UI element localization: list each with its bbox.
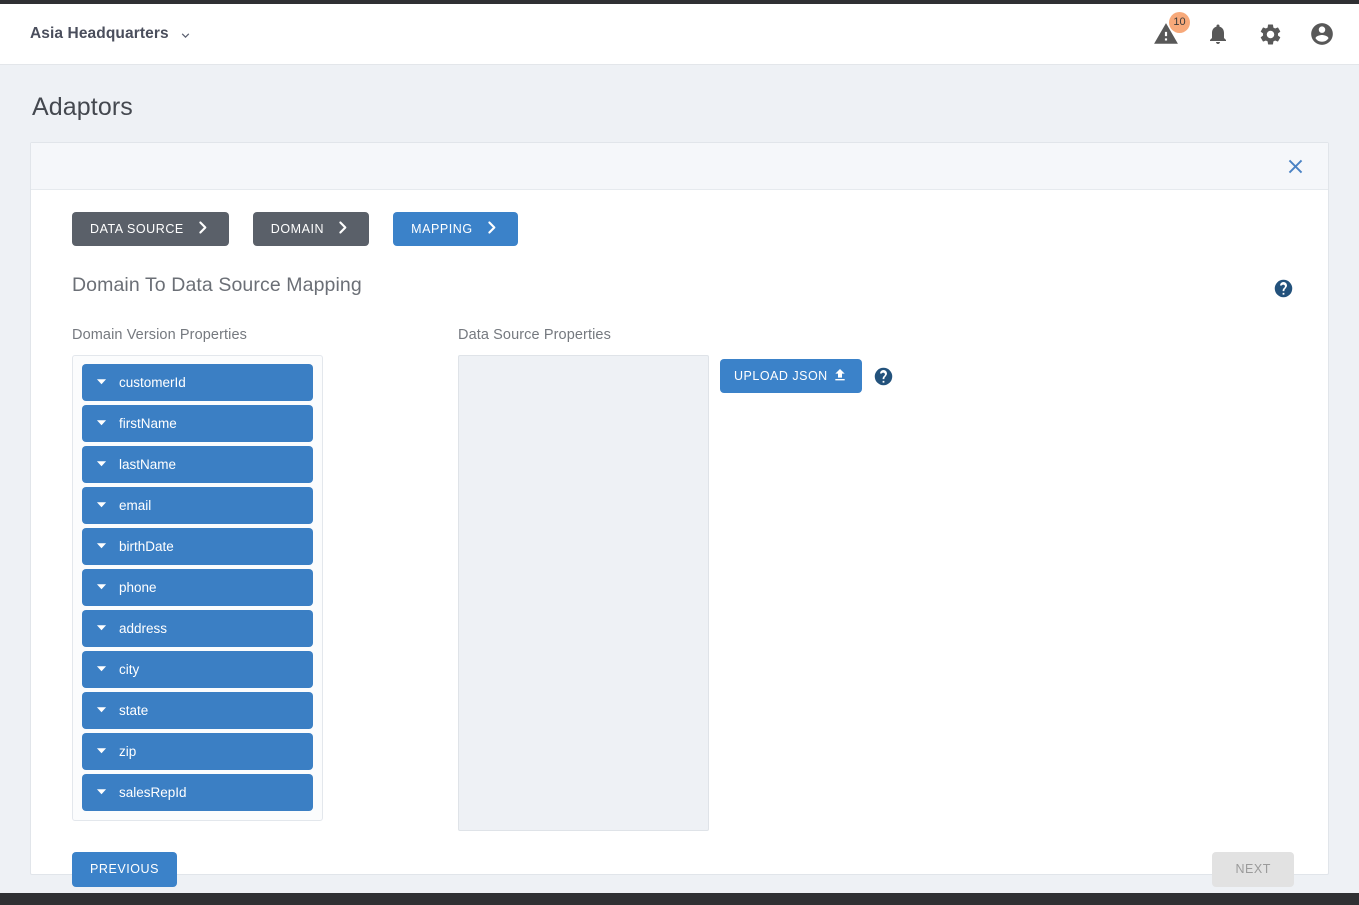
domain-property-item[interactable]: salesRepId	[82, 774, 313, 811]
bottom-accent-strip	[0, 893, 1359, 905]
app-window: Asia Headquarters 10 Adaptors DATA SOURC…	[0, 0, 1359, 905]
upload-icon	[832, 367, 848, 386]
previous-button[interactable]: PREVIOUS	[72, 851, 177, 887]
help-circle-icon[interactable]	[1272, 277, 1294, 299]
chevron-right-icon	[334, 219, 351, 239]
section-header-row: Domain To Data Source Mapping	[72, 274, 1294, 299]
domain-property-label: state	[119, 703, 149, 718]
gear-icon[interactable]	[1255, 19, 1285, 49]
caret-down-icon	[96, 703, 107, 718]
page-body: Adaptors DATA SOURCE DOMAIN MAPPING Doma…	[0, 65, 1359, 893]
domain-property-item[interactable]: customerId	[82, 364, 313, 401]
domain-property-item[interactable]: phone	[82, 569, 313, 606]
domain-properties-list: customerId firstName lastName email birt…	[72, 355, 323, 821]
data-source-row: UPLOAD JSON	[458, 355, 1294, 831]
chevron-right-icon	[483, 219, 500, 239]
caret-down-icon	[96, 580, 107, 595]
caret-down-icon	[96, 375, 107, 390]
section-title: Domain To Data Source Mapping	[72, 274, 362, 296]
data-source-properties-column: Data Source Properties UPLOAD JSON	[458, 327, 1294, 831]
step-domain[interactable]: DOMAIN	[252, 212, 370, 246]
adaptor-wizard-card: DATA SOURCE DOMAIN MAPPING Domain To Dat…	[30, 142, 1329, 887]
top-navigation-bar: Asia Headquarters 10	[0, 4, 1359, 65]
warning-triangle-icon[interactable]: 10	[1151, 12, 1190, 49]
bell-icon[interactable]	[1203, 19, 1233, 49]
caret-down-icon	[96, 662, 107, 677]
domain-property-item[interactable]: email	[82, 487, 313, 524]
step-domain-label: DOMAIN	[270, 222, 325, 236]
card-body: DATA SOURCE DOMAIN MAPPING Domain To Dat…	[31, 190, 1328, 831]
step-mapping[interactable]: MAPPING	[393, 212, 518, 246]
caret-down-icon	[96, 621, 107, 636]
upload-help-circle-icon[interactable]	[873, 365, 895, 387]
caret-down-icon	[96, 785, 107, 800]
domain-property-label: email	[119, 498, 152, 513]
domain-property-label: firstName	[119, 416, 177, 431]
alert-count-badge: 10	[1169, 12, 1190, 33]
domain-property-item[interactable]: lastName	[82, 446, 313, 483]
org-switcher[interactable]: Asia Headquarters	[30, 25, 191, 43]
org-name-label: Asia Headquarters	[30, 25, 169, 42]
chevron-down-icon	[178, 28, 191, 41]
domain-property-label: address	[119, 621, 168, 636]
step-mapping-label: MAPPING	[411, 222, 473, 236]
domain-property-label: birthDate	[119, 539, 174, 554]
domain-properties-label: Domain Version Properties	[72, 327, 247, 343]
domain-property-label: salesRepId	[119, 785, 187, 800]
next-button: NEXT	[1212, 851, 1294, 887]
caret-down-icon	[96, 498, 107, 513]
domain-property-item[interactable]: city	[82, 651, 313, 688]
close-icon[interactable]	[1280, 151, 1310, 181]
data-source-properties-panel[interactable]	[458, 355, 709, 831]
domain-property-item[interactable]: state	[82, 692, 313, 729]
caret-down-icon	[96, 539, 107, 554]
caret-down-icon	[96, 416, 107, 431]
upload-json-label: UPLOAD JSON	[734, 369, 828, 383]
domain-property-label: city	[119, 662, 140, 677]
data-source-properties-label: Data Source Properties	[458, 327, 611, 343]
domain-property-item[interactable]: address	[82, 610, 313, 647]
page-title: Adaptors	[32, 93, 133, 121]
domain-property-item[interactable]: firstName	[82, 405, 313, 442]
card-header	[31, 143, 1328, 190]
caret-down-icon	[96, 744, 107, 759]
domain-property-label: lastName	[119, 457, 177, 472]
domain-property-label: customerId	[119, 375, 186, 390]
upload-json-button[interactable]: UPLOAD JSON	[720, 359, 862, 393]
account-circle-icon[interactable]	[1307, 19, 1337, 49]
domain-property-label: phone	[119, 580, 157, 595]
domain-property-item[interactable]: birthDate	[82, 528, 313, 565]
step-data-source-label: DATA SOURCE	[90, 222, 184, 236]
chevron-right-icon	[194, 219, 211, 239]
domain-property-label: zip	[119, 744, 137, 759]
mapping-area: Domain Version Properties customerId fir…	[72, 327, 1294, 831]
caret-down-icon	[96, 457, 107, 472]
card-footer: PREVIOUS NEXT	[31, 831, 1328, 893]
domain-property-item[interactable]: zip	[82, 733, 313, 770]
topbar-icon-group: 10	[1151, 12, 1337, 49]
wizard-stepper: DATA SOURCE DOMAIN MAPPING	[72, 212, 1294, 246]
domain-properties-column: Domain Version Properties customerId fir…	[72, 327, 458, 831]
step-data-source[interactable]: DATA SOURCE	[72, 212, 229, 246]
